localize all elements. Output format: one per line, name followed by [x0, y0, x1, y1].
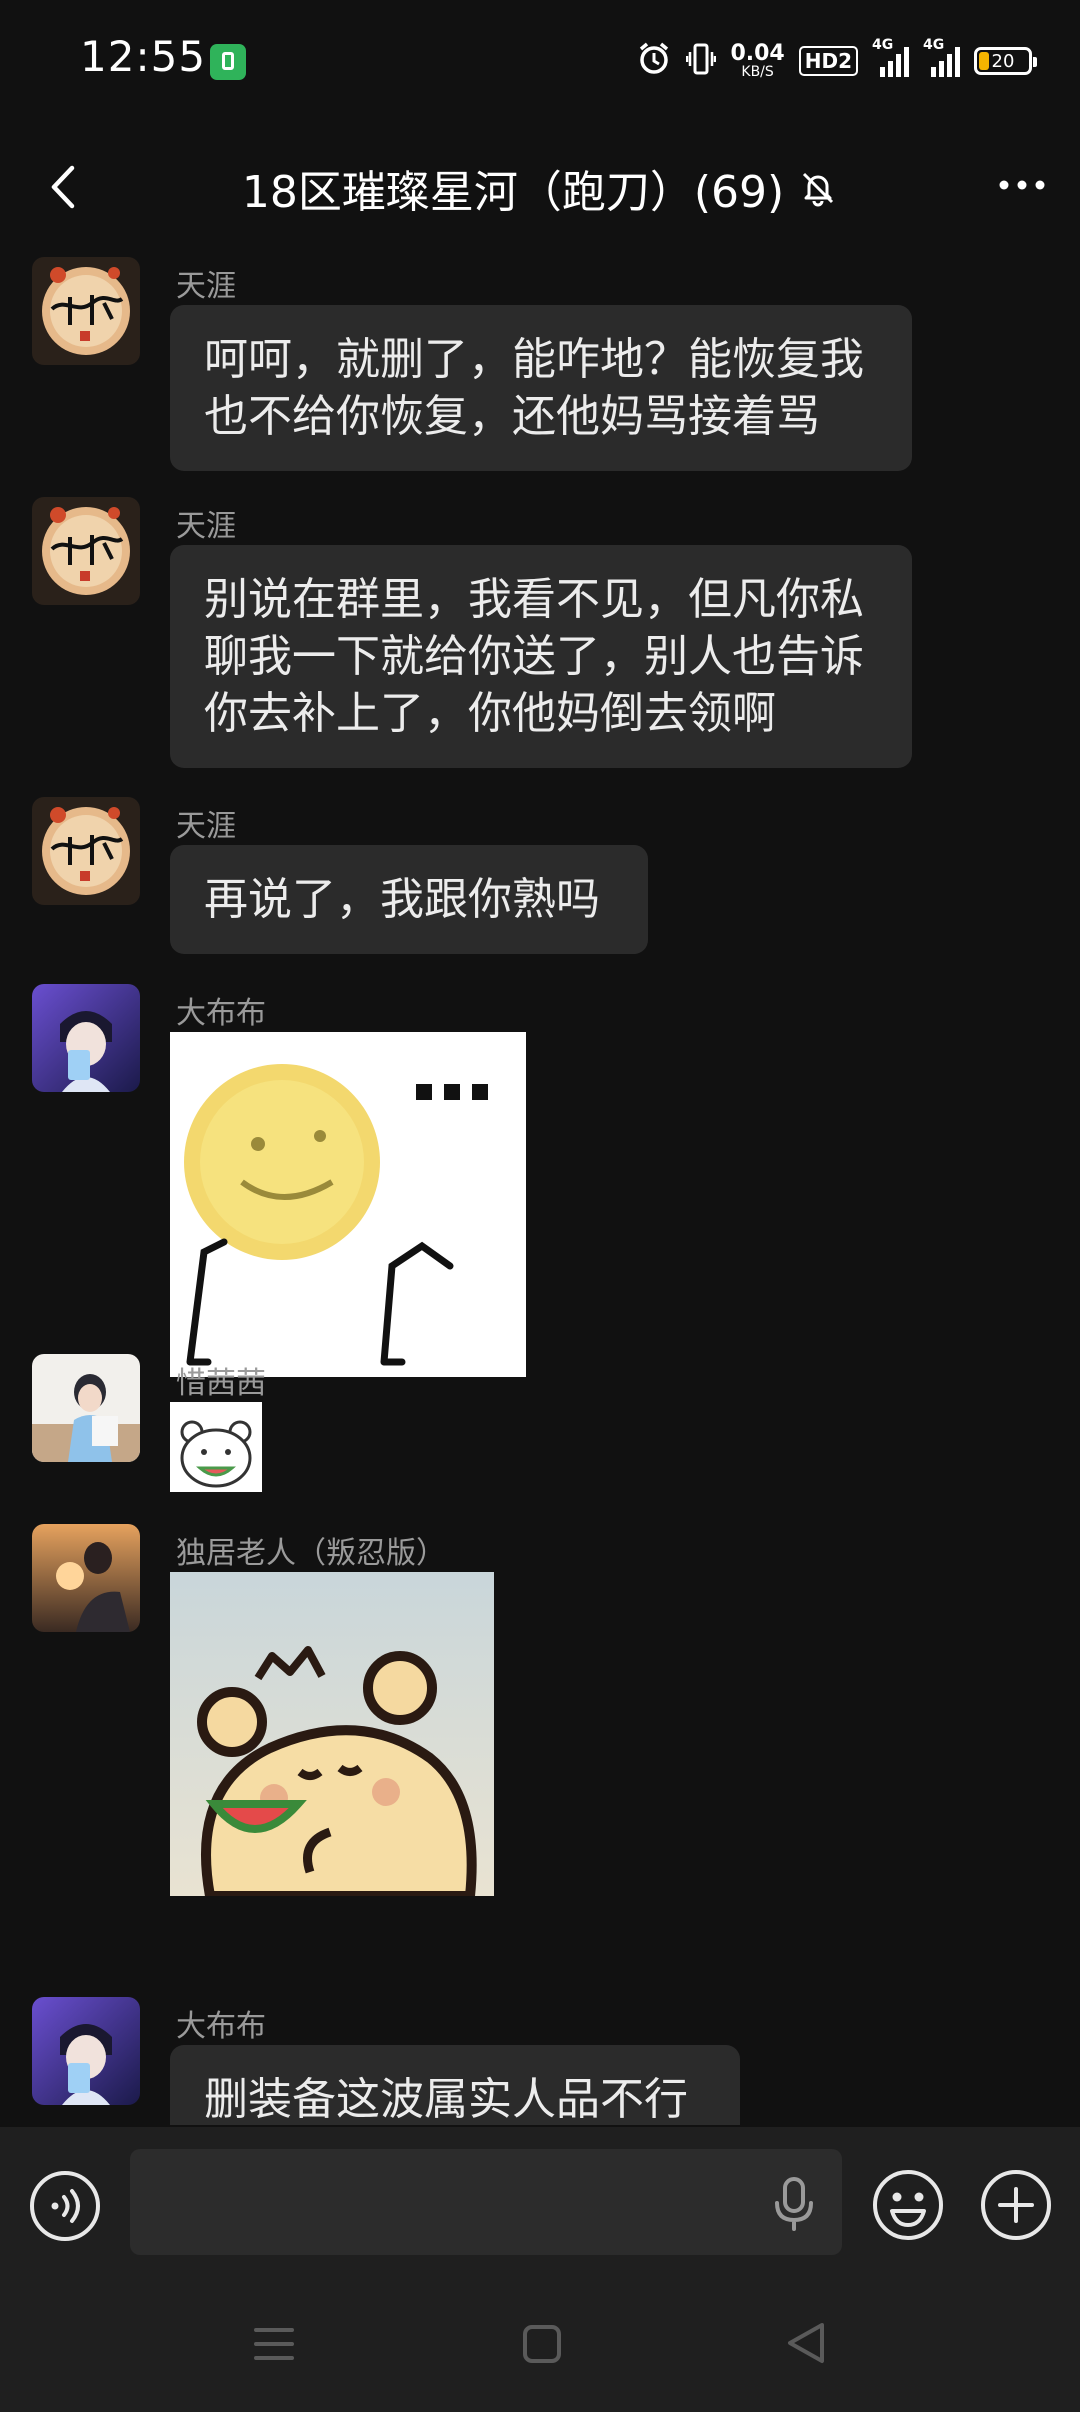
status-bar: 12:55 0.04 KB/S HD2 4G 4G 20: [0, 0, 1080, 125]
alarm-icon: [636, 40, 672, 82]
nav-back-icon[interactable]: [784, 2320, 828, 2366]
avatar[interactable]: [32, 1997, 140, 2105]
sender-name: 天涯: [176, 809, 236, 844]
input-bar: [0, 2127, 1080, 2282]
message-bubble[interactable]: 删装备这波属实人品不行: [170, 2045, 740, 2125]
mute-bell-icon: [798, 168, 838, 208]
vibrate-icon: [686, 41, 717, 81]
emoji-icon[interactable]: [870, 2167, 946, 2243]
group-title: 18区璀璨星河（跑刀）(69): [241, 166, 785, 218]
message-bubble[interactable]: 别说在群里，我看不见，但凡你私聊我一下就给你送了，别人也告诉你去补上了，你他妈倒…: [170, 545, 912, 768]
network-speed: 0.04 KB/S: [730, 41, 785, 80]
home-icon[interactable]: [520, 2322, 564, 2366]
recents-menu-icon[interactable]: [252, 2322, 296, 2366]
voice-icon[interactable]: [28, 2169, 102, 2243]
message-input[interactable]: [130, 2149, 842, 2255]
avatar[interactable]: [32, 984, 140, 1092]
message-list[interactable]: 天涯 呵呵，就删了，能咋地？能恢复我也不给你恢复，还他妈骂接着骂 天涯 别说在群…: [0, 245, 1080, 2125]
avatar[interactable]: [32, 1524, 140, 1632]
group-title-area[interactable]: 18区璀璨星河（跑刀）(69): [0, 130, 1080, 245]
system-nav-bar: [0, 2282, 1080, 2412]
white-bear-watermelon-sticker[interactable]: [170, 1402, 262, 1496]
yellow-bear-watermelon-sticker[interactable]: [170, 1572, 494, 1901]
chat-header: 18区璀璨星河（跑刀）(69): [0, 130, 1080, 245]
message-bubble[interactable]: 再说了，我跟你熟吗: [170, 845, 648, 954]
plus-icon[interactable]: [978, 2167, 1054, 2243]
avatar[interactable]: [32, 257, 140, 365]
sender-name: 天涯: [176, 509, 236, 544]
avatar[interactable]: [32, 1354, 140, 1462]
more-icon[interactable]: [992, 160, 1052, 210]
notification-app-icon: [210, 44, 246, 80]
battery-icon: 20: [974, 47, 1037, 75]
avatar[interactable]: [32, 497, 140, 605]
status-time: 12:55: [80, 32, 207, 81]
smiley-ellipsis-sticker[interactable]: [170, 1032, 526, 1381]
battery-percent: 20: [991, 50, 1015, 72]
signal-4g-2-icon: 4G: [923, 37, 960, 77]
sender-name: 独居老人（叛忍版）: [176, 1536, 446, 1571]
signal-4g-1-icon: 4G: [872, 37, 909, 77]
sender-name: 惜茜茜: [176, 1366, 266, 1401]
mic-icon[interactable]: [770, 2175, 818, 2233]
hd-voice-badge: HD2: [798, 46, 858, 76]
status-indicators: 0.04 KB/S HD2 4G 4G 20: [636, 36, 1037, 86]
avatar[interactable]: [32, 797, 140, 905]
sender-name: 大布布: [176, 2009, 266, 2044]
sender-name: 天涯: [176, 269, 236, 304]
message-bubble[interactable]: 呵呵，就删了，能咋地？能恢复我也不给你恢复，还他妈骂接着骂: [170, 305, 912, 471]
sender-name: 大布布: [176, 996, 266, 1031]
